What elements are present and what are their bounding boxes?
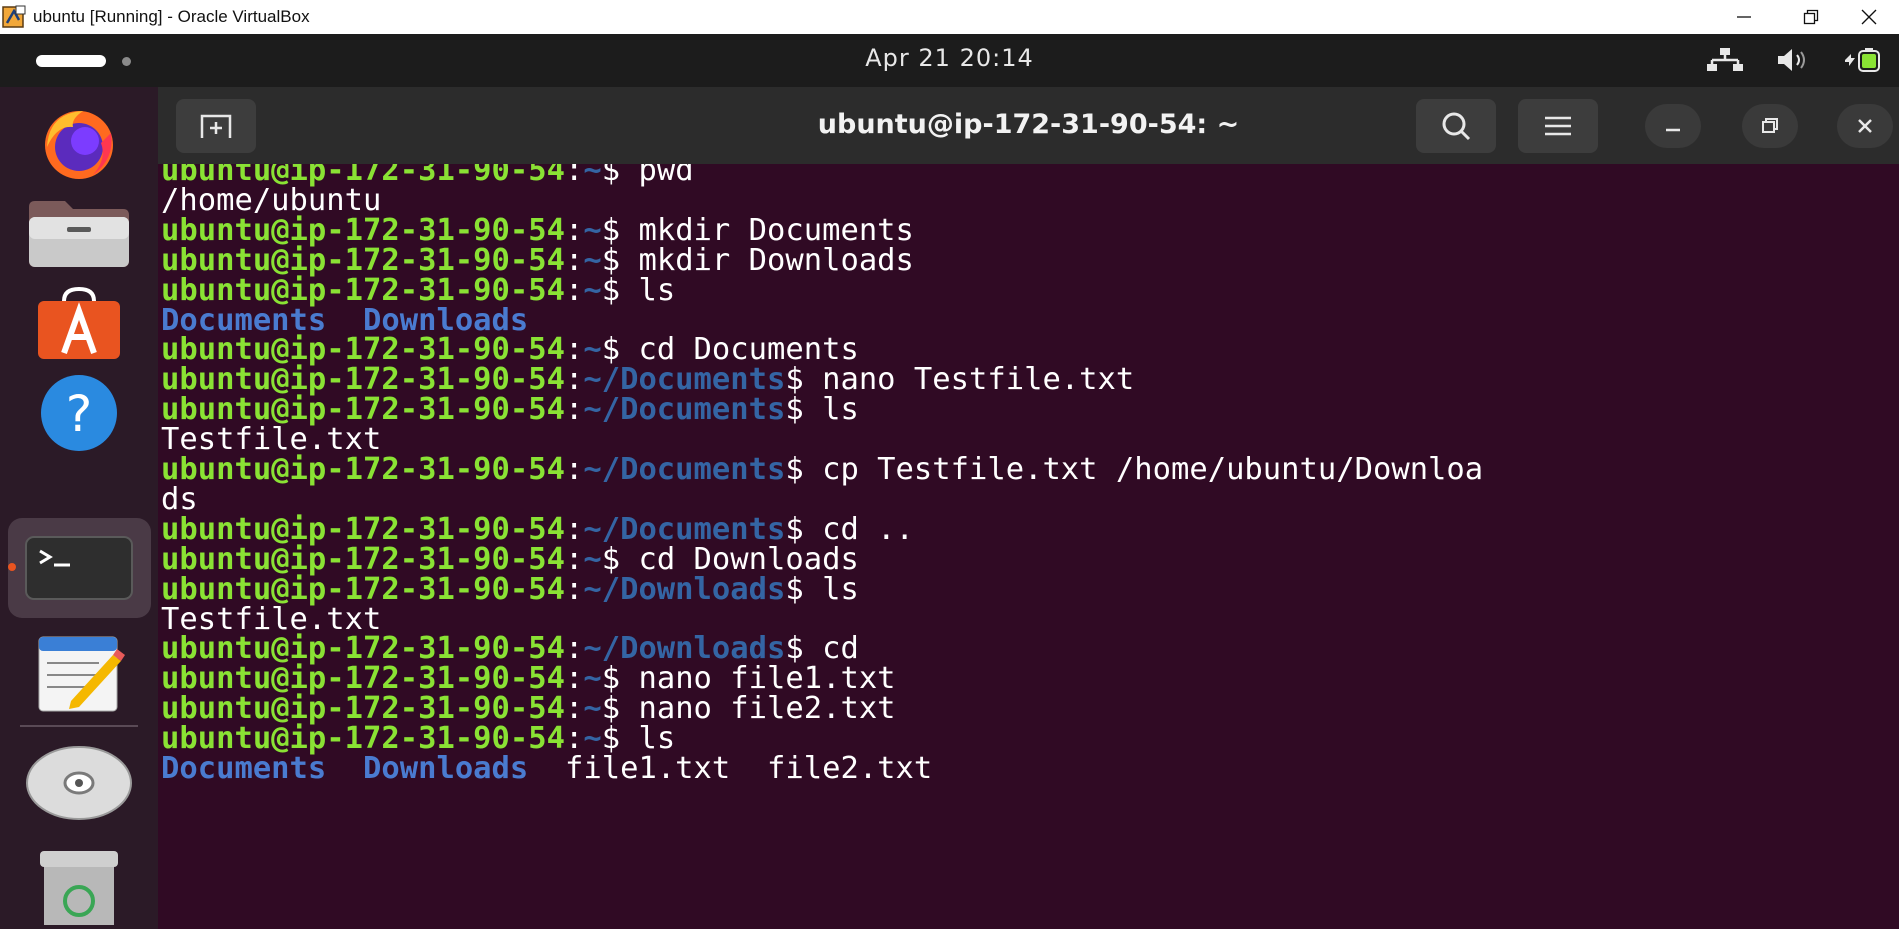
command-text: mkdir Downloads <box>638 242 914 278</box>
listing-file: file2.txt <box>767 751 933 786</box>
dock-running-indicator <box>8 563 16 571</box>
command-text: pwd <box>638 164 694 188</box>
menu-button[interactable] <box>1518 99 1598 153</box>
prompt-colon: : <box>564 392 584 428</box>
listing-file: file1.txt <box>565 751 731 786</box>
app-center-icon <box>38 286 120 359</box>
hamburger-menu-icon <box>1545 116 1571 136</box>
terminal-close-button[interactable] <box>1837 104 1893 148</box>
prompt-symbol: $ <box>601 272 639 308</box>
restore-icon <box>1762 118 1778 133</box>
listing-gap <box>730 751 767 786</box>
host-window-title: ubuntu [Running] - Oracle VirtualBox <box>33 7 310 26</box>
dock-item-trash[interactable] <box>22 839 136 929</box>
dock-item-app-center[interactable] <box>22 277 136 369</box>
listing-directory: Documents <box>161 751 327 786</box>
prompt-colon: : <box>564 452 584 487</box>
terminal-headerbar: ubuntu@ip-172-31-90-54: ~ <box>158 87 1899 164</box>
prompt-user: ubuntu@ip-172-31-90-54 <box>161 452 565 487</box>
restore-icon <box>1803 9 1819 25</box>
terminal-minimize-button[interactable] <box>1645 104 1701 148</box>
command-text: ls <box>822 571 859 607</box>
files-icon <box>29 201 129 267</box>
prompt-path: ~/Documents <box>583 452 786 487</box>
minimize-button[interactable] <box>1714 0 1774 34</box>
dock-item-firefox[interactable] <box>22 97 136 189</box>
search-button[interactable] <box>1416 99 1496 153</box>
dock-item-help[interactable]: ? <box>22 367 136 459</box>
prompt-symbol: $ <box>785 571 823 607</box>
dock-separator <box>20 725 138 727</box>
close-button[interactable] <box>1839 0 1899 34</box>
help-icon: ? <box>41 375 117 451</box>
dock: ? <box>0 87 158 929</box>
volume-icon[interactable] <box>1775 46 1813 74</box>
prompt-path: ~ <box>583 164 602 188</box>
close-icon <box>1858 119 1872 133</box>
prompt-path: ~ <box>583 272 602 308</box>
listing-gap <box>326 751 363 786</box>
restore-button[interactable] <box>1781 0 1841 34</box>
dock-item-files[interactable] <box>22 187 136 279</box>
disc-icon <box>26 746 132 820</box>
clock[interactable]: Apr 21 20:14 <box>0 44 1899 72</box>
minimize-icon <box>1737 16 1751 18</box>
terminal-icon <box>25 536 133 600</box>
command-text: nano Testfile.txt <box>822 362 1135 398</box>
terminal-output[interactable]: ubuntu@ip-172-31-90-54:~$ pwd/home/ubunt… <box>158 164 1899 929</box>
prompt-symbol: $ <box>601 164 639 188</box>
prompt-colon: : <box>564 164 584 188</box>
ubuntu-top-bar: Apr 21 20:14 <box>0 34 1899 87</box>
svg-text:?: ? <box>66 385 93 443</box>
terminal-line: Documents Downloads file1.txt file2.txt <box>161 751 932 787</box>
dock-item-disc[interactable] <box>22 737 136 829</box>
prompt-colon: : <box>564 272 584 308</box>
prompt-symbol: $ <box>785 392 823 428</box>
firefox-icon <box>45 111 113 179</box>
battery-icon[interactable] <box>1843 46 1883 74</box>
network-icon[interactable] <box>1706 46 1744 74</box>
virtualbox-icon <box>2 5 26 29</box>
close-icon <box>1861 9 1877 25</box>
terminal-title: ubuntu@ip-172-31-90-54: ~ <box>817 109 1240 140</box>
command-text: cp Testfile.txt /home/ubuntu/Downloa <box>822 452 1484 487</box>
text-editor-icon <box>38 636 125 712</box>
prompt-colon: : <box>564 571 584 607</box>
command-text: ls <box>638 272 676 308</box>
dock-item-terminal[interactable] <box>22 522 136 614</box>
search-icon <box>1442 112 1471 141</box>
command-text: nano file2.txt <box>638 691 896 727</box>
terminal-restore-button[interactable] <box>1742 104 1798 148</box>
host-window-titlebar: ubuntu [Running] - Oracle VirtualBox <box>0 0 1899 34</box>
dock-item-text-editor[interactable] <box>22 627 136 719</box>
minimize-icon <box>1666 128 1680 132</box>
command-text: ls <box>822 392 859 428</box>
prompt-symbol: $ <box>785 452 823 487</box>
trash-icon <box>40 851 118 925</box>
prompt-path: ~/Documents <box>583 392 786 428</box>
listing-gap <box>528 751 565 786</box>
listing-directory: Downloads <box>363 751 529 786</box>
prompt-path: ~/Downloads <box>583 571 786 607</box>
terminal-line: ubuntu@ip-172-31-90-54:~/Documents$ cp T… <box>161 452 1483 488</box>
